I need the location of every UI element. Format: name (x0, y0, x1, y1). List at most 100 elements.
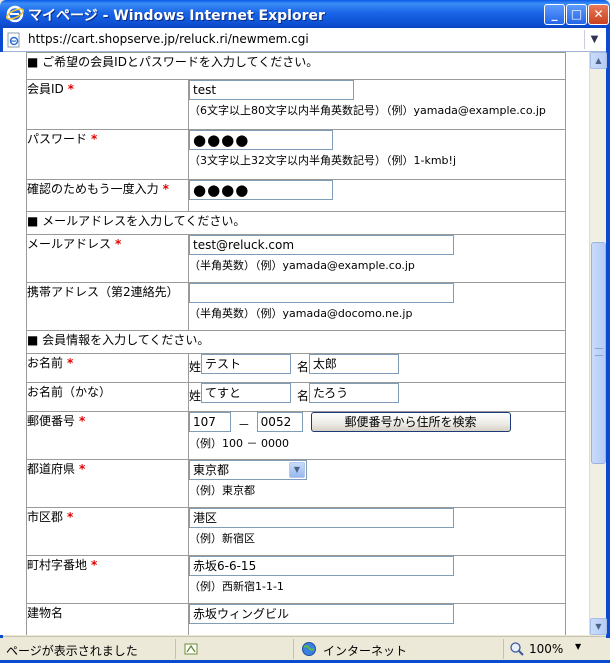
sei-prefix: 姓 (189, 389, 202, 403)
city-input[interactable]: 港区 (189, 508, 454, 528)
password-confirm-input[interactable]: ●●●● (189, 180, 333, 200)
security-zone-text: インターネット (323, 644, 408, 658)
password-input[interactable]: ●●●● (189, 130, 333, 150)
label-building: 建物名 (26, 603, 189, 635)
zoom-level[interactable]: 100% (529, 642, 563, 656)
scroll-up-icon[interactable]: ▲ (590, 52, 607, 69)
member-id-hint: （6文字以上80文字以内半角英数記号）（例）yamada@example.co.… (189, 104, 546, 117)
window-frame-right (606, 28, 610, 638)
section-account-header: ■ ご希望の会員IDとパスワードを入力してください。 (26, 52, 566, 80)
field-street: 赤坂6-6-15 （例）西新宿1-1-1 (188, 555, 566, 604)
postal-separator: － (237, 418, 250, 432)
ie-icon (6, 5, 24, 23)
globe-icon (302, 642, 316, 656)
required-mark: * (115, 237, 122, 251)
url-text[interactable]: https://cart.shopserve.jp/reluck.ri/newm… (28, 32, 309, 46)
field-building: 赤坂ウィングビル (188, 603, 566, 635)
row-prefecture: 都道府県 * 東京都 ▼ （例）東京都 (26, 459, 566, 508)
section-mail-header: ■ メールアドレスを入力してください。 (26, 211, 566, 235)
maximize-button[interactable]: □ (566, 4, 587, 25)
zoom-icon[interactable] (509, 641, 525, 657)
scroll-down-icon[interactable]: ▼ (590, 618, 607, 635)
required-mark: * (67, 82, 75, 96)
label-member-id: 会員ID * (26, 79, 189, 130)
label-city: 市区郡 * (26, 507, 189, 556)
row-name: お名前 * 姓テスト 名太郎 (26, 353, 566, 383)
row-email: メールアドレス * test@reluck.com （半角英数）（例）yamada… (26, 234, 566, 283)
chevron-down-icon[interactable]: ▼ (575, 642, 581, 651)
prefecture-hint: （例）東京都 (189, 484, 255, 497)
field-member-id: test （6文字以上80文字以内半角英数記号）（例）yamada@exampl… (188, 79, 566, 130)
prefecture-select[interactable]: 東京都 ▼ (189, 460, 307, 480)
postal-code-2-input[interactable]: 0052 (256, 412, 303, 432)
field-prefecture: 東京都 ▼ （例）東京都 (188, 459, 566, 508)
label-password: パスワード * (26, 129, 189, 180)
email-input[interactable]: test@reluck.com (189, 235, 454, 255)
required-mark: * (162, 182, 169, 196)
member-id-input[interactable]: test (189, 80, 354, 100)
row-password-confirm: 確認のためもう一度入力 * ●●●● (26, 179, 566, 212)
row-password: パスワード * ●●●● （3文字以上32文字以内半角英数記号）（例）1-kmb!… (26, 129, 566, 180)
ie-page-icon (7, 32, 20, 48)
registration-form: ■ ご希望の会員IDとパスワードを入力してください。 会員ID * test （6… (26, 52, 566, 635)
last-name-kana-input[interactable]: てすと (201, 383, 292, 403)
certificate-icon[interactable] (183, 641, 199, 657)
title-bar[interactable]: マイページ - Windows Internet Explorer _ □ ✕ (0, 0, 610, 28)
field-email: test@reluck.com （半角英数）（例）yamada@example.… (188, 234, 566, 283)
postal-search-button[interactable]: 郵便番号から住所を検索 (310, 412, 511, 432)
close-button[interactable]: ✕ (588, 4, 609, 25)
label-email: メールアドレス * (26, 234, 189, 283)
field-password-confirm: ●●●● (188, 179, 566, 212)
mei-prefix: 名 (296, 360, 309, 374)
postal-code-1-input[interactable]: 107 (189, 412, 231, 432)
label-prefecture: 都道府県 * (26, 459, 189, 508)
mobile-email-input[interactable] (189, 283, 454, 303)
row-street: 町村字番地 * 赤坂6-6-15 （例）西新宿1-1-1 (26, 555, 566, 604)
label-password-confirm: 確認のためもう一度入力 * (26, 179, 189, 212)
required-mark: * (91, 132, 98, 146)
last-name-input[interactable]: テスト (201, 354, 292, 374)
building-input[interactable]: 赤坂ウィングビル (189, 604, 454, 624)
status-text: ページが表示されました (6, 644, 138, 658)
street-input[interactable]: 赤坂6-6-15 (189, 556, 454, 576)
field-mobile-email: （半角英数）（例）yamada@docomo.ne.jp (188, 282, 566, 331)
grip-icon (595, 348, 603, 356)
status-divider (293, 639, 294, 659)
page-content: ■ ご希望の会員IDとパスワードを入力してください。 会員ID * test （6… (0, 52, 589, 635)
first-name-kana-input[interactable]: たろう (308, 383, 399, 403)
field-name: 姓テスト 名太郎 (188, 353, 566, 383)
required-mark: * (79, 462, 86, 476)
vertical-scrollbar[interactable]: ▲ ▼ (589, 52, 607, 635)
browser-window: マイページ - Windows Internet Explorer _ □ ✕ … (0, 0, 610, 663)
status-divider (175, 639, 176, 659)
field-city: 港区 （例）新宿区 (188, 507, 566, 556)
row-name-kana: お名前（かな） 姓てすと 名たろう (26, 382, 566, 412)
city-hint: （例）新宿区 (189, 532, 255, 545)
label-postal: 郵便番号 * (26, 411, 189, 460)
street-hint: （例）西新宿1-1-1 (189, 580, 284, 593)
row-city: 市区郡 * 港区 （例）新宿区 (26, 507, 566, 556)
label-name-kana: お名前（かな） (26, 382, 189, 412)
status-divider (503, 639, 504, 659)
row-member-id: 会員ID * test （6文字以上80文字以内半角英数記号）（例）yamada@… (26, 79, 566, 130)
required-mark: * (67, 356, 74, 370)
row-mobile-email: 携帯アドレス（第2連絡先） （半角英数）（例）yamada@docomo.ne.… (26, 282, 566, 331)
required-mark: * (67, 510, 74, 524)
field-postal: 107 － 0052 郵便番号から住所を検索 （例）100 － 0000 (188, 411, 566, 460)
mei-prefix: 名 (296, 389, 309, 403)
chevron-down-icon[interactable]: ▼ (289, 462, 305, 478)
first-name-input[interactable]: 太郎 (308, 354, 399, 374)
minimize-button[interactable]: _ (544, 4, 565, 25)
window-title: マイページ - Windows Internet Explorer (28, 8, 325, 24)
scrollbar-thumb[interactable] (591, 242, 606, 464)
sei-prefix: 姓 (189, 360, 202, 374)
mobile-email-hint: （半角英数）（例）yamada@docomo.ne.jp (189, 307, 413, 320)
postal-hint: （例）100 － 0000 (189, 437, 289, 450)
row-postal: 郵便番号 * 107 － 0052 郵便番号から住所を検索 （例）100 － 00… (26, 411, 566, 460)
required-mark: * (91, 558, 98, 572)
row-building: 建物名 赤坂ウィングビル (26, 603, 566, 635)
address-dropdown-icon[interactable]: ▼ (584, 30, 604, 49)
field-password: ●●●● （3文字以上32文字以内半角英数記号）（例）1-kmb!j (188, 129, 566, 180)
password-hint: （3文字以上32文字以内半角英数記号）（例）1-kmb!j (189, 154, 456, 167)
address-bar[interactable]: https://cart.shopserve.jp/reluck.ri/newm… (0, 28, 610, 52)
